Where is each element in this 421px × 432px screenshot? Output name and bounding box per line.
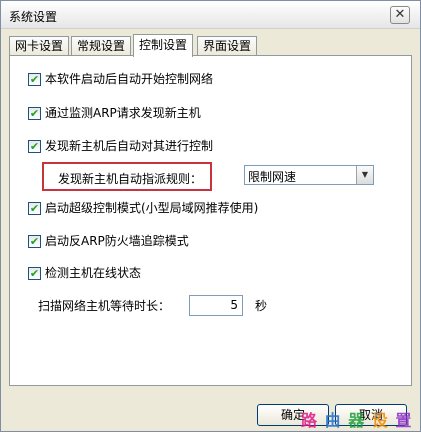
option-label: 发现新主机后自动对其进行控制 <box>45 139 214 153</box>
site-watermark: 路 由 器 设 置 <box>301 407 413 430</box>
tab-ui-settings[interactable]: 界面设置 <box>197 36 258 56</box>
close-icon[interactable]: ✕ <box>390 6 410 24</box>
watermark-char: 设 <box>371 411 389 430</box>
option-label: 本软件启动后自动开始控制网络 <box>45 72 214 86</box>
option-label: 检测主机在线状态 <box>45 266 142 280</box>
watermark-char: 器 <box>348 411 366 430</box>
assign-rule-highlight: 发现新主机自动指派规则： <box>42 162 212 191</box>
assign-rule-select[interactable]: 限制网速 ▼ <box>244 165 374 185</box>
checkbox-checked-icon[interactable]: ✔ <box>28 235 41 248</box>
window-title: 系统设置 <box>9 10 58 24</box>
control-settings-panel <box>9 55 412 386</box>
assign-rule-value: 限制网速 <box>248 170 297 184</box>
option-label: 通过监测ARP请求发现新主机 <box>45 106 201 120</box>
checkbox-checked-icon[interactable]: ✔ <box>28 73 41 86</box>
settings-window: 系统设置 ✕ 网卡设置 常规设置 控制设置 界面设置 ✔ 本软件启动后自动开始控… <box>0 0 421 432</box>
checkbox-checked-icon[interactable]: ✔ <box>28 202 41 215</box>
chevron-down-icon[interactable]: ▼ <box>356 166 373 184</box>
watermark-char: 置 <box>395 411 413 430</box>
checkbox-checked-icon[interactable]: ✔ <box>28 140 41 153</box>
title-bar[interactable]: 系统设置 ✕ <box>1 1 420 29</box>
checkbox-checked-icon[interactable]: ✔ <box>28 107 41 120</box>
tab-general-settings[interactable]: 常规设置 <box>71 36 132 56</box>
scan-wait-label: 扫描网络主机等待时长： <box>38 299 171 313</box>
option-label: 启动超级控制模式(小型局域网推荐使用) <box>45 201 259 215</box>
tab-nic-settings[interactable]: 网卡设置 <box>9 36 70 56</box>
assign-rule-label: 发现新主机自动指派规则： <box>58 172 203 186</box>
option-label: 启动反ARP防火墙追踪模式 <box>45 234 189 248</box>
watermark-char: 路 <box>301 411 319 430</box>
checkbox-checked-icon[interactable]: ✔ <box>28 267 41 280</box>
scan-wait-unit: 秒 <box>255 299 268 313</box>
watermark-char: 由 <box>324 411 342 430</box>
scan-wait-input[interactable]: 5 <box>189 295 243 316</box>
tab-control-settings[interactable]: 控制设置 <box>133 34 194 57</box>
